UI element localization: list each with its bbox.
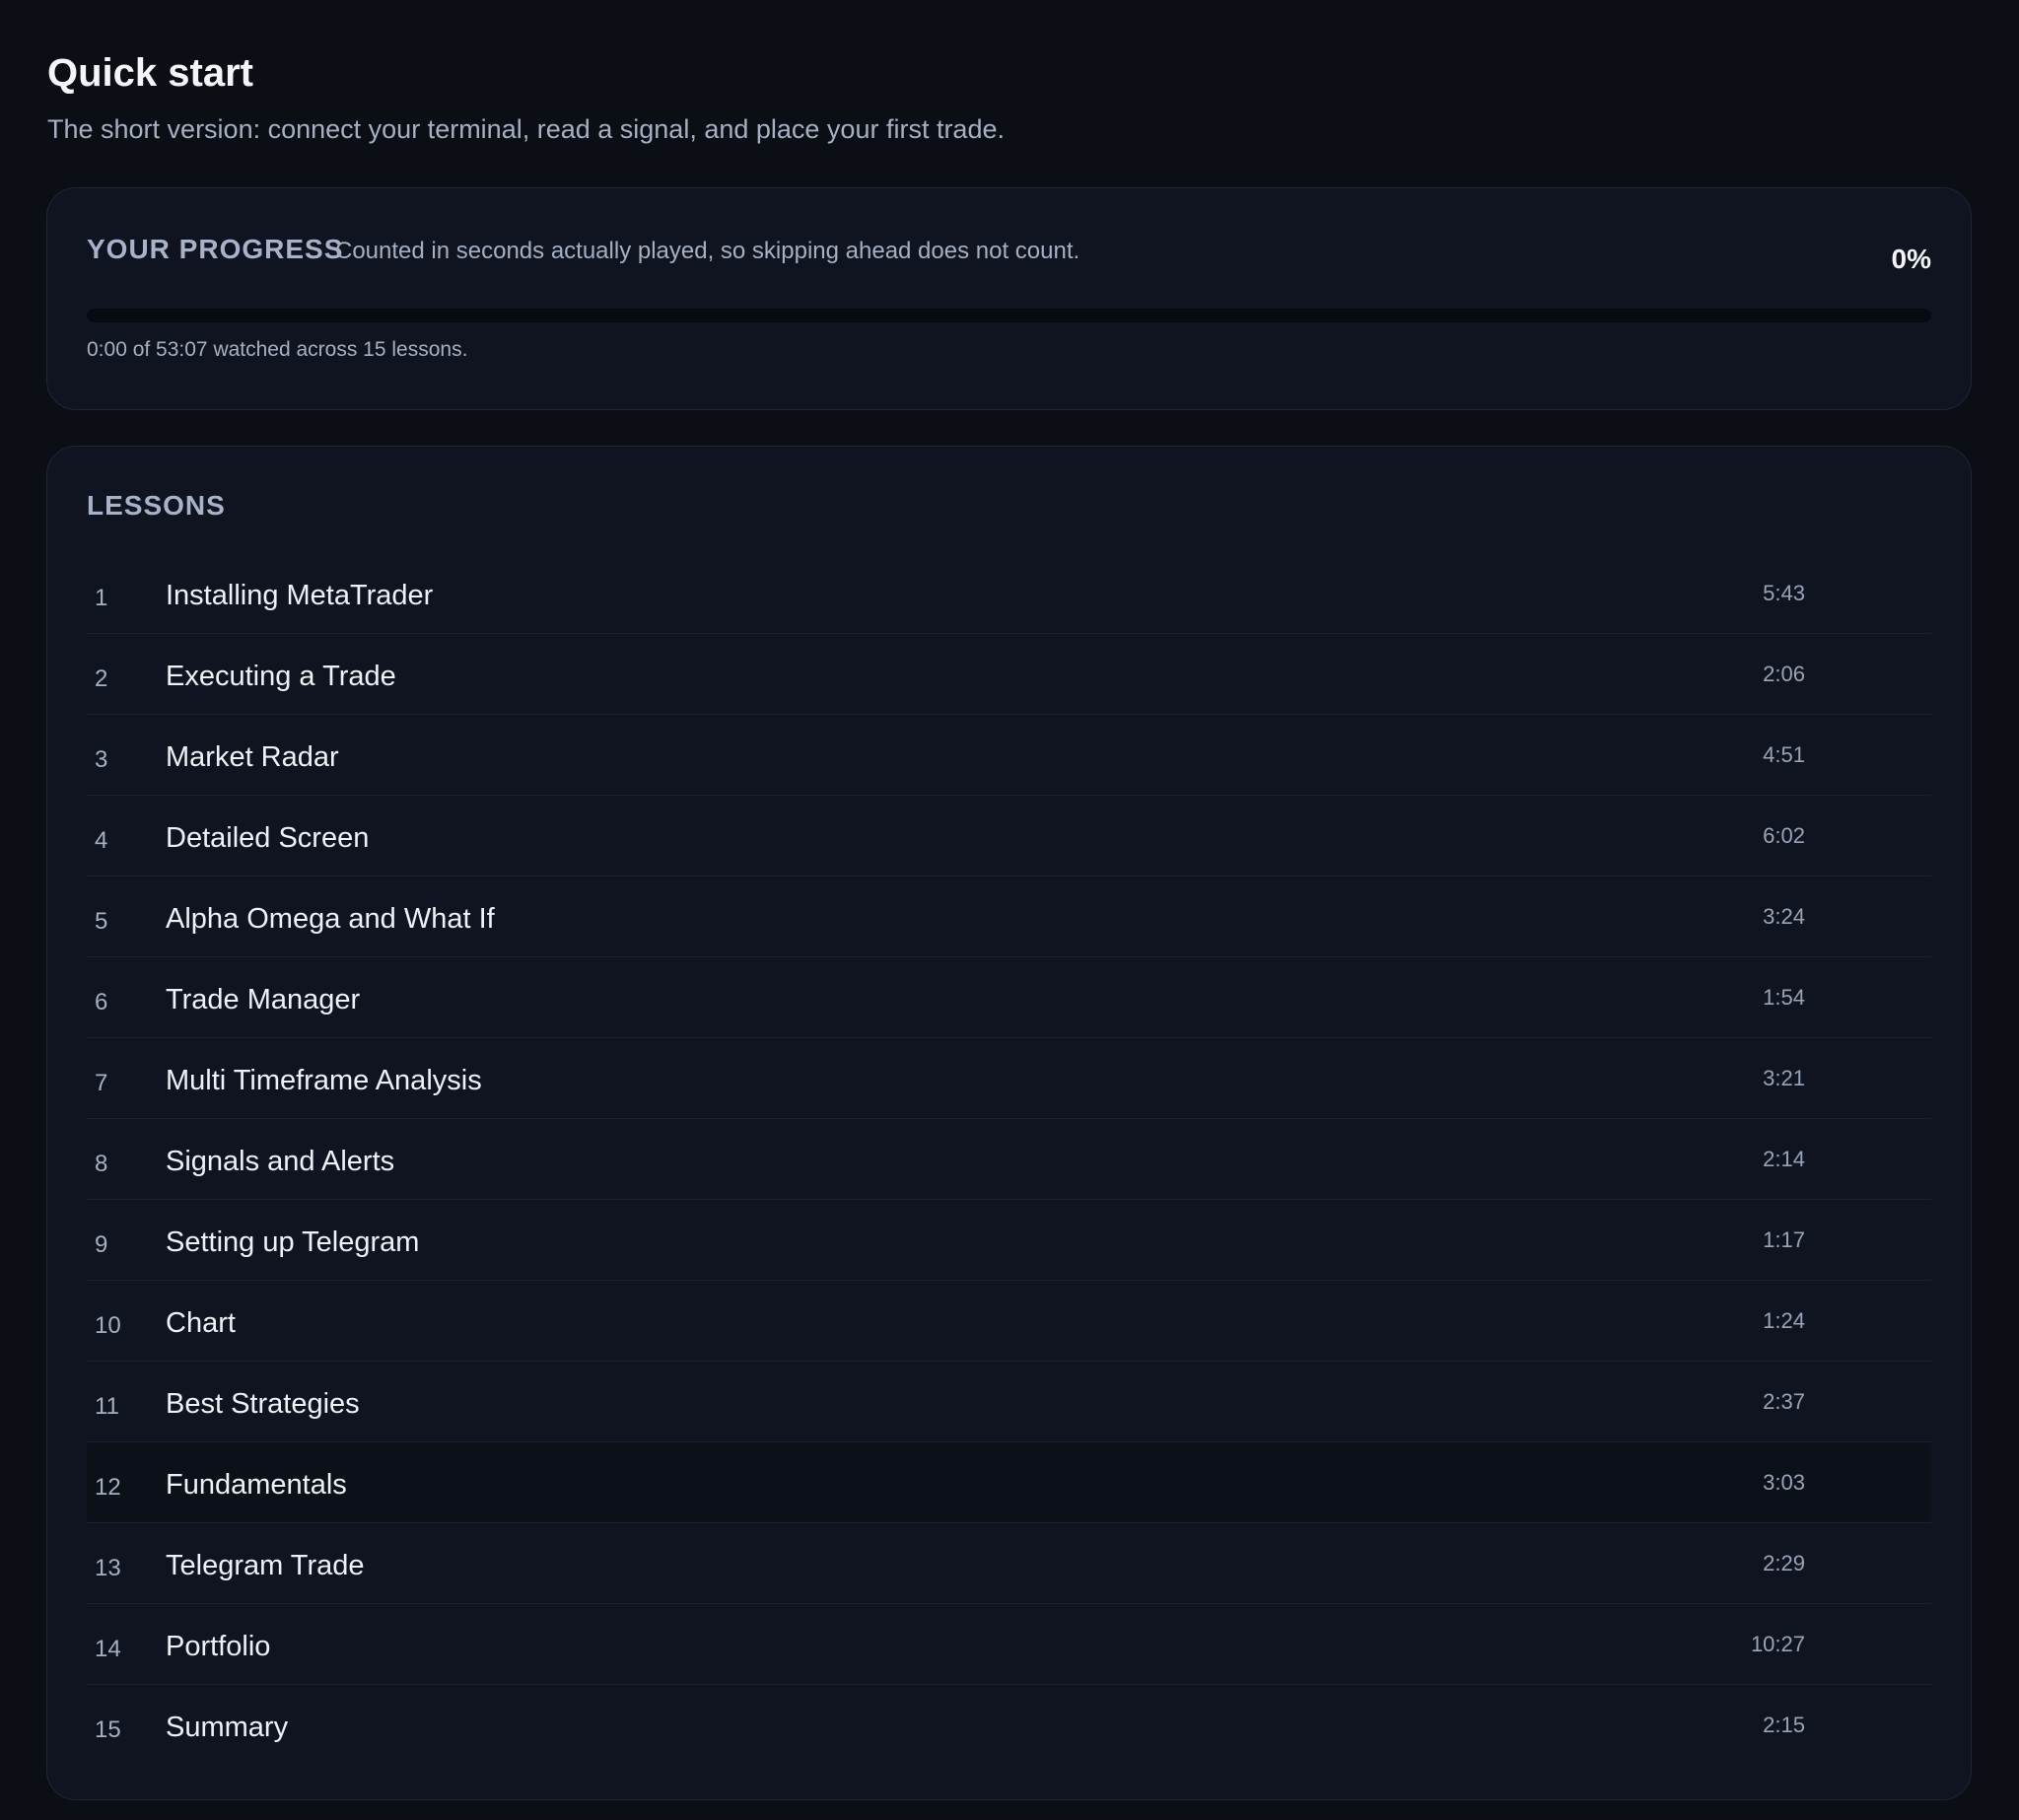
lesson-row[interactable]: 10 Chart 1:24: [87, 1281, 1931, 1362]
lesson-number: 15: [95, 1716, 121, 1743]
lesson-row[interactable]: 8 Signals and Alerts 2:14: [87, 1119, 1931, 1200]
lesson-number: 12: [95, 1474, 121, 1501]
lesson-list: 1 Installing MetaTrader 5:43 2 Executing…: [87, 553, 1931, 1766]
lesson-number: 13: [95, 1555, 121, 1581]
lesson-row[interactable]: 13 Telegram Trade 2:29: [87, 1523, 1931, 1604]
lesson-row[interactable]: 11 Best Strategies 2:37: [87, 1362, 1931, 1442]
lesson-duration: 1:24: [1763, 1308, 1805, 1333]
lessons-label: LESSONS: [87, 490, 226, 521]
lesson-duration: 10:27: [1750, 1632, 1805, 1656]
lesson-title: Signals and Alerts: [166, 1146, 395, 1177]
lesson-duration: 3:03: [1763, 1470, 1805, 1495]
lesson-title: Telegram Trade: [166, 1550, 365, 1581]
lesson-row[interactable]: 4 Detailed Screen 6:02: [87, 796, 1931, 876]
lesson-number: 3: [95, 746, 108, 773]
lesson-number: 4: [95, 827, 108, 854]
lesson-title: Portfolio: [166, 1631, 271, 1662]
lesson-row[interactable]: 12 Fundamentals 3:03: [87, 1442, 1931, 1523]
lesson-title: Installing MetaTrader: [166, 580, 434, 611]
lesson-duration: 3:21: [1763, 1066, 1805, 1090]
progress-caption: 0:00 of 53:07 watched across 15 lessons.: [87, 338, 468, 361]
quick-start-page: Quick start The short version: connect y…: [0, 0, 2019, 1820]
lesson-row[interactable]: 9 Setting up Telegram 1:17: [87, 1200, 1931, 1281]
lesson-row[interactable]: 15 Summary 2:15: [87, 1685, 1931, 1766]
lesson-number: 8: [95, 1151, 108, 1177]
lesson-duration: 2:06: [1763, 662, 1805, 686]
page-title: Quick start: [47, 51, 253, 95]
lesson-duration: 1:54: [1763, 985, 1805, 1010]
lesson-duration: 1:17: [1763, 1227, 1805, 1252]
lesson-title: Setting up Telegram: [166, 1226, 420, 1258]
lesson-number: 6: [95, 989, 108, 1015]
lesson-title: Multi Timeframe Analysis: [166, 1065, 482, 1096]
lesson-duration: 2:15: [1763, 1713, 1805, 1737]
lesson-title: Detailed Screen: [166, 822, 370, 854]
lesson-title: Best Strategies: [166, 1388, 360, 1420]
lesson-title: Summary: [166, 1712, 289, 1743]
lesson-duration: 3:24: [1763, 904, 1805, 929]
lesson-row[interactable]: 7 Multi Timeframe Analysis 3:21: [87, 1038, 1931, 1119]
lesson-title: Alpha Omega and What If: [166, 903, 495, 935]
lesson-number: 1: [95, 585, 108, 611]
lesson-row[interactable]: 5 Alpha Omega and What If 3:24: [87, 876, 1931, 957]
lesson-title: Chart: [166, 1307, 236, 1339]
lesson-number: 9: [95, 1231, 108, 1258]
progress-label: YOUR PROGRESS: [87, 234, 344, 264]
lesson-number: 10: [95, 1312, 121, 1339]
lesson-number: 7: [95, 1070, 108, 1096]
lesson-title: Trade Manager: [166, 984, 361, 1015]
lesson-title: Market Radar: [166, 741, 339, 773]
lesson-row[interactable]: 6 Trade Manager 1:54: [87, 957, 1931, 1038]
lesson-duration: 2:29: [1763, 1551, 1805, 1575]
lesson-number: 2: [95, 665, 108, 692]
lesson-number: 5: [95, 908, 108, 935]
lesson-row[interactable]: 14 Portfolio 10:27: [87, 1604, 1931, 1685]
progress-bar: [87, 309, 1931, 322]
lesson-title: Executing a Trade: [166, 661, 396, 692]
lessons-card: LESSONS 1 Installing MetaTrader 5:43 2 E…: [46, 446, 1972, 1800]
progress-card: YOUR PROGRESS Counted in seconds actuall…: [46, 187, 1972, 410]
lesson-row[interactable]: 1 Installing MetaTrader 5:43: [87, 553, 1931, 634]
progress-note: Counted in seconds actually played, so s…: [335, 238, 1080, 264]
page-subtitle: The short version: connect your terminal…: [47, 114, 1005, 144]
lesson-duration: 6:02: [1763, 823, 1805, 848]
lesson-duration: 4:51: [1763, 742, 1805, 767]
lesson-number: 11: [95, 1393, 119, 1420]
lesson-row[interactable]: 2 Executing a Trade 2:06: [87, 634, 1931, 715]
lesson-duration: 2:14: [1763, 1147, 1805, 1171]
lesson-row[interactable]: 3 Market Radar 4:51: [87, 715, 1931, 796]
lesson-number: 14: [95, 1636, 121, 1662]
lesson-title: Fundamentals: [166, 1469, 347, 1501]
progress-percent: 0%: [1891, 244, 1931, 274]
lesson-duration: 5:43: [1763, 581, 1805, 605]
lesson-duration: 2:37: [1763, 1389, 1805, 1414]
